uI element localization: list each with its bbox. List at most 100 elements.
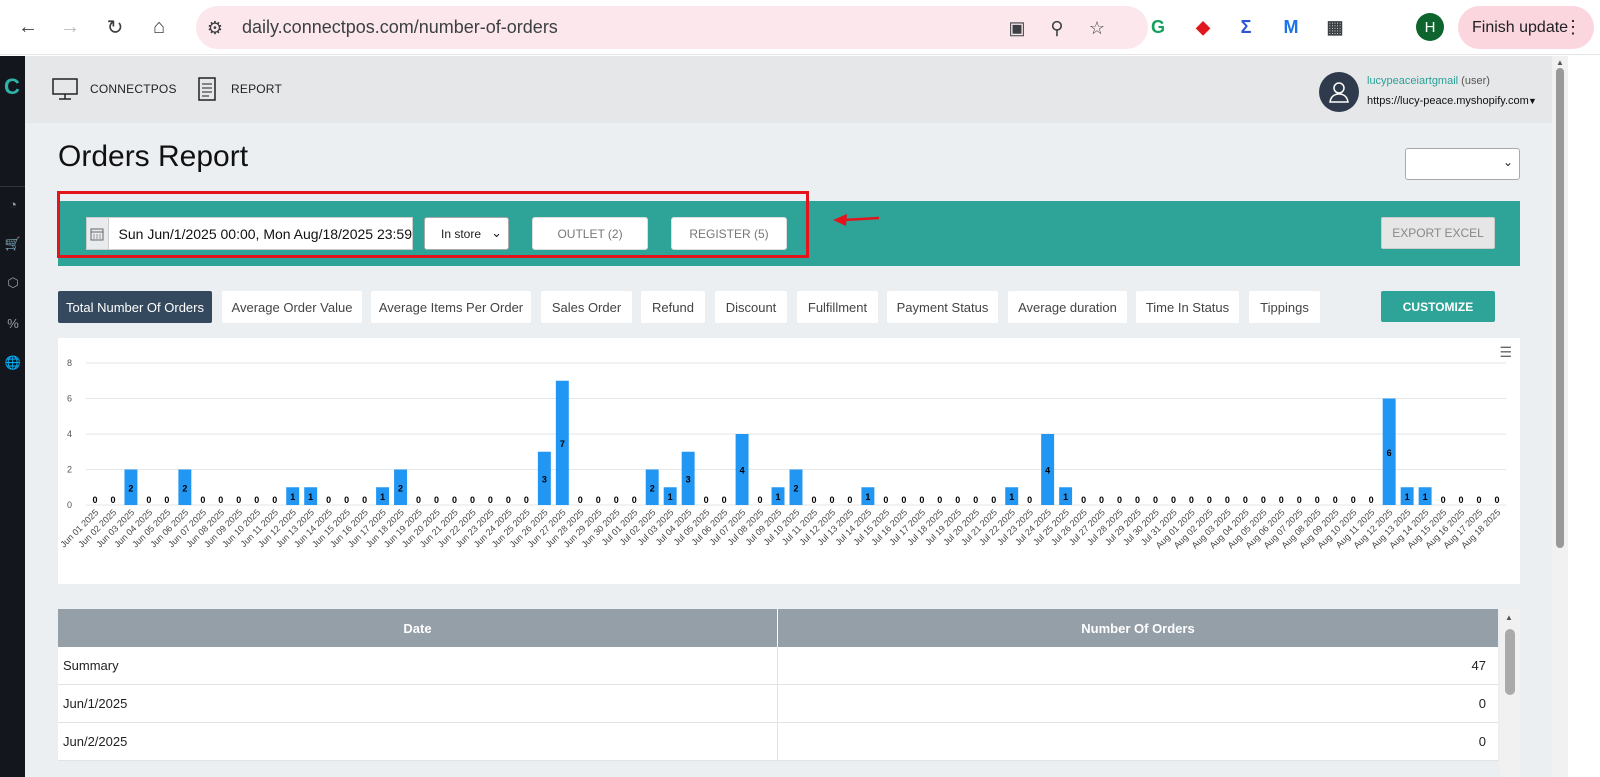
app-logo[interactable]: C (4, 74, 20, 100)
data-label: 1 (776, 492, 781, 502)
y-tick-label: 4 (67, 429, 72, 439)
tab-fulfillment[interactable]: Fulfillment (797, 291, 878, 323)
y-tick-label: 6 (67, 394, 72, 404)
monitor-icon (52, 78, 78, 100)
grammarly-extension-icon[interactable]: G (1144, 13, 1172, 41)
page-scroll-thumb[interactable] (1556, 68, 1564, 548)
tab-refund[interactable]: Refund (641, 291, 705, 323)
scroll-up-icon[interactable]: ▲ (1505, 613, 1513, 622)
chevron-down-icon: ⌄ (1502, 155, 1513, 169)
dashboard-icon[interactable]: ◔ (5, 196, 21, 212)
install-app-icon[interactable]: ▣ (1004, 15, 1030, 41)
zoom-icon[interactable]: ⚲ (1044, 15, 1070, 41)
column-header-orders[interactable]: Number Of Orders (778, 609, 1498, 647)
table-scroll-thumb[interactable] (1505, 629, 1515, 695)
nav-connectpos[interactable]: CONNECTPOS (52, 76, 177, 102)
tab-payment-status[interactable]: Payment Status (887, 291, 998, 323)
data-label: 1 (1405, 492, 1410, 502)
data-label: 0 (991, 495, 996, 505)
data-label: 0 (973, 495, 978, 505)
data-label: 0 (704, 495, 709, 505)
discount-icon[interactable]: % (5, 315, 21, 331)
window-edge (1568, 56, 1600, 777)
data-label: 0 (200, 495, 205, 505)
reload-icon[interactable]: ↻ (101, 13, 129, 41)
column-header-date[interactable]: Date (58, 609, 778, 647)
user-avatar[interactable] (1319, 72, 1359, 112)
data-label: 1 (865, 492, 870, 502)
data-label: 0 (1459, 495, 1464, 505)
tab-average-order-value[interactable]: Average Order Value (222, 291, 362, 323)
data-label: 1 (308, 492, 313, 502)
site-settings-icon[interactable]: ⚙ (202, 15, 228, 41)
customize-button[interactable]: CUSTOMIZE (1381, 291, 1495, 322)
data-label: 3 (686, 474, 691, 484)
user-shop[interactable]: https://lucy-peace.myshopify.com (1367, 95, 1529, 107)
forward-icon[interactable]: → (56, 13, 84, 41)
data-label: 0 (1369, 495, 1374, 505)
data-label: 0 (1207, 495, 1212, 505)
export-excel-button[interactable]: EXPORT EXCEL (1381, 217, 1495, 249)
tab-sales-order[interactable]: Sales Order (541, 291, 632, 323)
nav-report-label: REPORT (231, 82, 282, 96)
orders-cell: 0 (1478, 696, 1486, 711)
app-content: CONNECTPOS REPORT lucypeaceiartgmail (us… (25, 56, 1552, 777)
cart-icon[interactable]: 🛒 (5, 236, 21, 252)
data-label: 0 (416, 495, 421, 505)
data-label: 1 (290, 492, 295, 502)
data-label: 0 (272, 495, 277, 505)
orders-cell: 0 (1478, 734, 1486, 749)
data-label: 0 (344, 495, 349, 505)
caret-down-icon[interactable]: ▼ (1528, 96, 1537, 106)
nav-report[interactable]: REPORT (197, 76, 282, 102)
report-select[interactable]: ⌄ (1405, 148, 1520, 180)
orders-cell: 47 (1471, 658, 1486, 673)
chart-menu-icon[interactable]: ☰ (1499, 344, 1512, 361)
profile-avatar[interactable]: H (1416, 13, 1444, 41)
extension-icon[interactable]: ◆ (1189, 13, 1217, 41)
date-cell: Summary (58, 647, 778, 684)
date-cell: Jun/2/2025 (58, 723, 778, 760)
y-tick-label: 8 (67, 358, 72, 368)
tab-time-in-status[interactable]: Time In Status (1136, 291, 1239, 323)
scroll-up-icon[interactable]: ▲ (1556, 58, 1564, 67)
data-label: 0 (110, 495, 115, 505)
data-label: 1 (1423, 492, 1428, 502)
extension-icon[interactable]: M (1277, 13, 1305, 41)
tab-tippings[interactable]: Tippings (1249, 291, 1320, 323)
orders-table: Date Number Of Orders Summary 47 Jun/1/2… (58, 609, 1498, 761)
annotation-arrow-icon (833, 214, 880, 226)
extensions-puzzle-icon[interactable]: ▦ (1321, 13, 1349, 41)
address-bar[interactable]: ⚙ daily.connectpos.com/number-of-orders … (196, 6, 1148, 49)
data-label: 0 (1171, 495, 1176, 505)
tab-average-items-per-order[interactable]: Average Items Per Order (371, 291, 531, 323)
data-label: 0 (1279, 495, 1284, 505)
data-label: 0 (164, 495, 169, 505)
url-text: daily.connectpos.com/number-of-orders (242, 17, 558, 37)
report-icon (198, 77, 216, 101)
data-label: 3 (542, 474, 547, 484)
box-icon[interactable]: ⬡ (5, 275, 21, 291)
data-label: 0 (1477, 495, 1482, 505)
data-label: 0 (146, 495, 151, 505)
back-icon[interactable]: ← (14, 13, 42, 41)
data-label: 0 (811, 495, 816, 505)
date-cell: Jun/1/2025 (58, 685, 778, 722)
home-icon[interactable]: ⌂ (145, 13, 173, 41)
y-tick-label: 0 (67, 500, 72, 510)
tab-total-number-of-orders[interactable]: Total Number Of Orders (58, 291, 212, 323)
data-label: 0 (218, 495, 223, 505)
table-scrollbar[interactable]: ▲ (1500, 609, 1520, 777)
globe-icon[interactable]: 🌐 (5, 355, 21, 371)
y-tick-label: 2 (67, 465, 72, 475)
bookmark-star-icon[interactable]: ☆ (1084, 15, 1110, 41)
data-label: 0 (1261, 495, 1266, 505)
page-scrollbar[interactable]: ▲ (1552, 56, 1568, 777)
tab-average-duration[interactable]: Average duration (1008, 291, 1127, 323)
data-label: 1 (380, 492, 385, 502)
finish-update-button[interactable]: Finish update ⋮ (1458, 6, 1594, 49)
table-row: Jun/1/2025 0 (58, 685, 1498, 723)
table-row: Summary 47 (58, 647, 1498, 685)
extension-icon[interactable]: Σ (1232, 13, 1260, 41)
tab-discount[interactable]: Discount (715, 291, 787, 323)
